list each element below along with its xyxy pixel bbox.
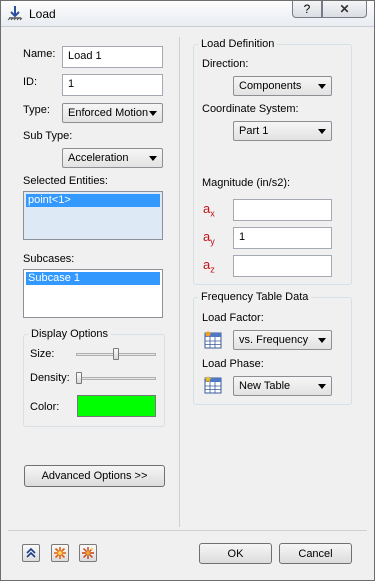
id-label: ID: [23, 76, 38, 88]
name-field[interactable]: Load 1 [62, 46, 163, 68]
apply-multiple-button[interactable] [79, 544, 97, 562]
coordinate-system-label: Coordinate System: [202, 103, 299, 115]
display-options-title: Display Options [28, 328, 112, 340]
load-phase-dropdown[interactable]: New Table [233, 376, 332, 396]
type-label: Type: [23, 104, 50, 116]
subcases-label: Subcases: [23, 253, 75, 265]
collapse-button[interactable] [22, 544, 40, 562]
load-factor-value: vs. Frequency [239, 334, 309, 346]
ax-label: ax [203, 201, 215, 219]
az-label: az [203, 257, 215, 275]
id-field[interactable]: 1 [62, 74, 163, 96]
load-factor-label: Load Factor: [202, 312, 264, 324]
load-definition-title: Load Definition [198, 38, 278, 50]
subtype-dropdown[interactable]: Acceleration [62, 148, 163, 168]
selected-entities-label: Selected Entities: [23, 175, 108, 187]
starburst-multi-icon [82, 547, 94, 559]
type-dropdown[interactable]: Enforced Motion [62, 103, 163, 123]
coordinate-system-dropdown[interactable]: Part 1 [233, 121, 332, 141]
ok-button[interactable]: OK [199, 543, 272, 564]
chevron-down-icon [149, 156, 157, 161]
advanced-options-button[interactable]: Advanced Options >> [24, 465, 165, 487]
density-slider-track[interactable] [76, 377, 156, 380]
chevron-down-icon [149, 111, 157, 116]
divider [179, 37, 180, 527]
subtype-label: Sub Type: [23, 130, 73, 142]
double-chevron-up-icon [26, 547, 36, 558]
footer-divider [8, 530, 367, 531]
subcases-list[interactable]: Subcase 1 [23, 269, 163, 318]
color-swatch[interactable] [77, 395, 156, 417]
chevron-down-icon [318, 84, 326, 89]
color-label: Color: [30, 401, 60, 413]
load-phase-value: New Table [239, 380, 291, 392]
chevron-down-icon [318, 338, 326, 343]
chevron-down-icon [318, 129, 326, 134]
load-icon [7, 5, 23, 21]
az-field[interactable] [233, 255, 332, 277]
starburst-icon [54, 547, 66, 559]
direction-label: Direction: [202, 58, 249, 70]
help-button[interactable]: ? [292, 1, 322, 18]
type-dropdown-value: Enforced Motion [68, 107, 149, 119]
list-item[interactable]: Subcase 1 [26, 272, 160, 285]
cancel-button[interactable]: Cancel [279, 543, 352, 564]
magnitude-label: Magnitude (in/s2): [202, 177, 291, 189]
ay-field[interactable]: 1 [233, 227, 332, 249]
size-slider-thumb[interactable] [113, 348, 119, 360]
coordinate-system-value: Part 1 [239, 125, 269, 137]
close-icon: ✕ [339, 2, 350, 16]
chevron-down-icon [318, 384, 326, 389]
help-icon: ? [303, 2, 311, 16]
frequency-table-title: Frequency Table Data [198, 291, 312, 303]
ay-label: ay [203, 229, 215, 247]
close-button[interactable]: ✕ [322, 1, 367, 18]
direction-dropdown[interactable]: Components [233, 76, 332, 96]
selected-entities-list[interactable]: point<1> [23, 191, 163, 240]
window-title: Load [29, 7, 56, 21]
name-label: Name: [23, 48, 56, 60]
direction-dropdown-value: Components [239, 80, 302, 92]
density-label: Density: [30, 372, 70, 384]
ax-field[interactable] [233, 199, 332, 221]
size-label: Size: [30, 348, 55, 360]
new-table-icon[interactable] [203, 375, 223, 395]
subtype-dropdown-value: Acceleration [68, 152, 129, 164]
density-slider-thumb[interactable] [76, 372, 82, 384]
load-phase-label: Load Phase: [202, 358, 264, 370]
list-item[interactable]: point<1> [26, 194, 160, 207]
table-icon[interactable] [203, 330, 223, 350]
load-factor-dropdown[interactable]: vs. Frequency [233, 330, 332, 350]
apply-button[interactable] [51, 544, 69, 562]
